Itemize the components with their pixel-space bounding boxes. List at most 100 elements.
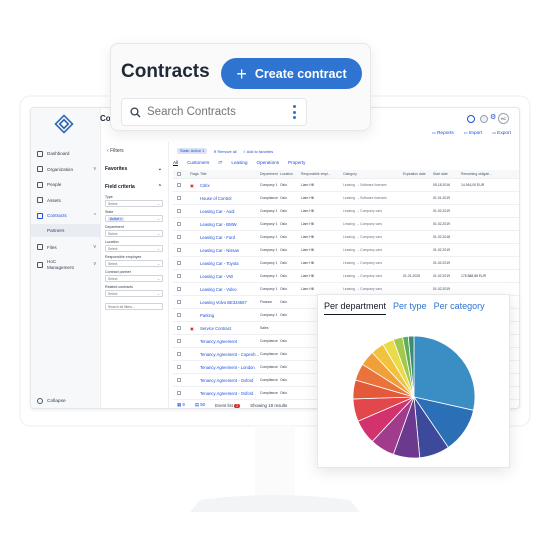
- export-button[interactable]: Export: [492, 130, 511, 136]
- table-row[interactable]: ▣ Citrix Company 1 Oslo Liam Hill Leasing → S…: [173, 179, 519, 192]
- reports-button[interactable]: Reports: [432, 130, 454, 136]
- table-cell: Oslo: [280, 196, 287, 200]
- partner-select[interactable]: Select ⌄: [105, 275, 163, 282]
- status-chip[interactable]: State: Active 1: [177, 148, 208, 154]
- row-checkbox[interactable]: [177, 378, 190, 382]
- field-criteria-section[interactable]: Field criteria ⌃: [101, 172, 168, 192]
- remove-all-link[interactable]: ✕ Remove all: [213, 149, 236, 154]
- column-header[interactable]: Flags: [190, 172, 200, 176]
- column-header[interactable]: Responsible empl...: [301, 172, 343, 176]
- state-chip[interactable]: Active ×: [108, 216, 125, 221]
- favorites-section[interactable]: Favorites ⌄: [101, 154, 168, 172]
- notification-icon[interactable]: [480, 115, 488, 123]
- tab-it[interactable]: IT: [218, 160, 222, 166]
- select-all-checkbox[interactable]: [177, 172, 190, 176]
- table-row[interactable]: Leasing Car - Ford Company 1 Oslo Liam Hill…: [173, 231, 519, 244]
- contract-title-link[interactable]: Citrix: [200, 183, 260, 188]
- contract-title-link[interactable]: Tenancy Agreement: [200, 339, 260, 344]
- contract-title-link[interactable]: Service Contract: [200, 326, 260, 331]
- row-checkbox[interactable]: [177, 274, 190, 278]
- contract-title-link[interactable]: Leasing Car - Volvo: [200, 287, 260, 292]
- column-header[interactable]: Expiration date: [403, 172, 433, 176]
- help-icon[interactable]: [467, 115, 475, 123]
- contract-title-link[interactable]: Tenancy Agreement - Copenh...: [200, 352, 260, 357]
- contract-title-link[interactable]: Tenancy Agreement - Oxford: [200, 391, 260, 396]
- type-select[interactable]: Select ⌄: [105, 200, 163, 207]
- add-favorites-link[interactable]: ☆ Add to favorites: [243, 149, 274, 154]
- sidebar-item-organization[interactable]: Organization v: [31, 162, 101, 178]
- gear-icon[interactable]: ⚙: [490, 113, 498, 121]
- contract-title-link[interactable]: Leasing Car - VW: [200, 274, 260, 279]
- table-row[interactable]: Leasing Car - Nissan Company 1 Oslo Liam Hi…: [173, 244, 519, 257]
- tab-customers[interactable]: Customers: [187, 160, 209, 166]
- collapse-button[interactable]: Collapse: [37, 398, 66, 404]
- avatar[interactable]: HC: [498, 113, 509, 124]
- more-options-icon[interactable]: [293, 105, 296, 122]
- sidebar-item-management[interactable]: HoC Management v: [31, 255, 101, 274]
- row-checkbox[interactable]: [177, 183, 190, 187]
- contract-title-link[interactable]: Leasing Car - Audi: [200, 209, 260, 214]
- table-row[interactable]: Leasing Car - Audi Company 1 Oslo Liam Hill…: [173, 205, 519, 218]
- contract-title-link[interactable]: Tenancy Agreement - London: [200, 365, 260, 370]
- row-checkbox[interactable]: [177, 248, 190, 252]
- sidebar-item-contracts[interactable]: Contracts ^: [31, 208, 101, 224]
- employee-select[interactable]: Select ⌄: [105, 260, 163, 267]
- column-header[interactable]: Title: [200, 172, 260, 176]
- search-filters-input[interactable]: Search all filters...: [105, 303, 163, 310]
- table-row[interactable]: Leasing Car - Toyota Company 1 Oslo Liam Hi…: [173, 257, 519, 270]
- column-header[interactable]: Location: [280, 172, 301, 176]
- contract-title-link[interactable]: Leasing Car - Nissan: [200, 248, 260, 253]
- sidebar-subitem-partners[interactable]: Partners: [31, 223, 101, 237]
- tab-property[interactable]: Property: [288, 160, 305, 166]
- row-checkbox[interactable]: [177, 209, 190, 213]
- tab-leasing[interactable]: Leasing: [231, 160, 247, 166]
- tab-operations[interactable]: Operations: [257, 160, 279, 166]
- row-checkbox[interactable]: [177, 196, 190, 200]
- table-row[interactable]: Leasing Car - BMW Company 1 Oslo Liam Hill L…: [173, 218, 519, 231]
- row-checkbox[interactable]: [177, 352, 190, 356]
- column-header[interactable]: Remaining obligati...: [461, 172, 501, 176]
- row-checkbox[interactable]: [177, 365, 190, 369]
- state-select[interactable]: Active × ⌄: [105, 215, 163, 222]
- page-size[interactable]: ▤ 50: [195, 402, 205, 408]
- table-cell: 01.02.2019: [433, 261, 450, 265]
- contract-title-link[interactable]: Leasing Volvo BE334567: [200, 300, 260, 305]
- row-checkbox[interactable]: [177, 313, 190, 317]
- related-select[interactable]: Select ⌄: [105, 290, 163, 297]
- grid-count[interactable]: ▦ 9: [177, 402, 185, 408]
- contract-title-link[interactable]: House of Control: [200, 196, 260, 201]
- table-row[interactable]: Leasing Car - VW Company 1 Oslo Liam Hill Le…: [173, 270, 519, 283]
- table-cell: Oslo: [280, 352, 287, 356]
- sidebar-item-assets[interactable]: Assets: [31, 193, 101, 209]
- sidebar-item-files[interactable]: Files v: [31, 240, 101, 256]
- table-row[interactable]: House of Control Compliance Oslo Liam Hill L…: [173, 192, 519, 205]
- row-checkbox[interactable]: [177, 287, 190, 291]
- contract-title-link[interactable]: Leasing Car - BMW: [200, 222, 260, 227]
- event-list-button[interactable]: Event list 2: [215, 403, 241, 408]
- import-button[interactable]: Import: [464, 130, 483, 136]
- row-checkbox[interactable]: [177, 261, 190, 265]
- row-checkbox[interactable]: [177, 222, 190, 226]
- filters-header[interactable]: ‹ Filters: [101, 142, 168, 154]
- tab-all[interactable]: All: [173, 160, 179, 166]
- location-select[interactable]: Select ⌄: [105, 245, 163, 252]
- column-header[interactable]: Department: [260, 172, 280, 176]
- checkbox: [177, 391, 181, 395]
- sidebar-item-people[interactable]: People: [31, 177, 101, 193]
- column-header[interactable]: Start date: [433, 172, 461, 176]
- contract-title-link[interactable]: Leasing Car - Ford: [200, 235, 260, 240]
- create-contract-label: Create contract: [254, 66, 347, 81]
- row-checkbox[interactable]: [177, 391, 190, 395]
- contract-title-link[interactable]: Leasing Car - Toyota: [200, 261, 260, 266]
- sidebar-item-dashboard[interactable]: Dashboard: [31, 146, 101, 162]
- row-checkbox[interactable]: [177, 235, 190, 239]
- contract-title-link[interactable]: Tenancy Agreement - Oxford: [200, 378, 260, 383]
- department-select[interactable]: Select ⌄: [105, 230, 163, 237]
- row-checkbox[interactable]: [177, 300, 190, 304]
- row-checkbox[interactable]: [177, 339, 190, 343]
- row-checkbox[interactable]: [177, 326, 190, 330]
- search-input[interactable]: [147, 106, 287, 118]
- column-header[interactable]: Category: [343, 172, 403, 176]
- create-contract-button[interactable]: + Create contract: [221, 58, 362, 89]
- contract-title-link[interactable]: Parking: [200, 313, 260, 318]
